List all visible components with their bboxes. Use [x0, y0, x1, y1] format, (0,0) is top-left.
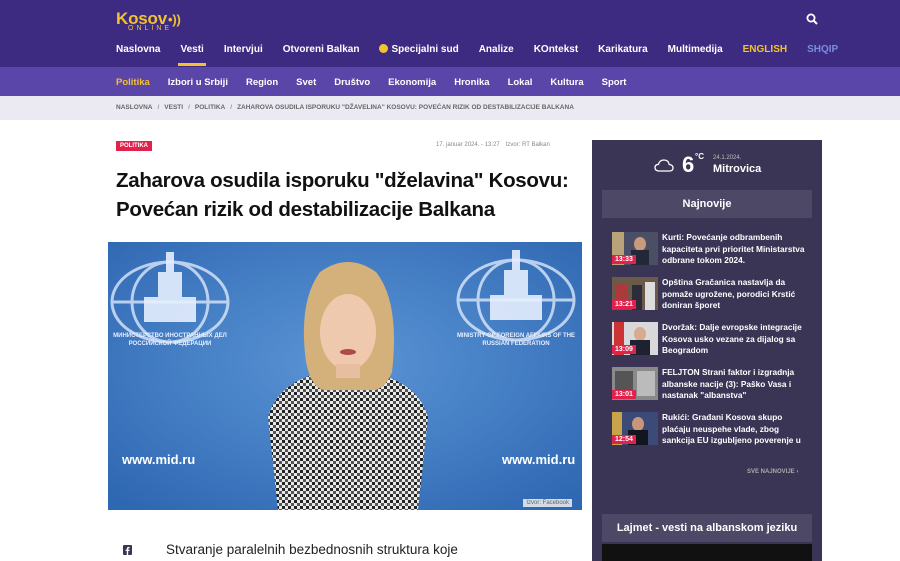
- article-meta: 17. januar 2024. - 13:27 Izvor: RT Balkan: [436, 142, 556, 148]
- photo-ministry-en: MINISTRY OF FOREIGN AFFAIRS OF THE RUSSI…: [456, 333, 576, 347]
- nav-karikatura[interactable]: Karikatura: [598, 44, 647, 64]
- article-date: 17. januar 2024. - 13:27: [436, 142, 500, 148]
- sidebar: 6 °C 24.1.2024. Mitrovica Najnovije 13:3…: [592, 140, 822, 561]
- breadcrumb-current: ZAHAROVA OSUDILA ISPORUKU "DŽAVELINA" KO…: [237, 104, 574, 111]
- breadcrumb: NASLOVNA / VESTI / POLITIKA / ZAHAROVA OSUDILA…: [116, 104, 574, 111]
- search-icon[interactable]: [806, 13, 818, 25]
- subnav-drustvo[interactable]: Društvo: [334, 77, 370, 88]
- weather-date: 24.1.2024.: [713, 155, 742, 161]
- article-lead: Stvaranje paralelnih bezbednosnih strukt…: [166, 542, 458, 557]
- news-title[interactable]: Dvoržak: Dalje evropske integracije Koso…: [662, 322, 812, 357]
- subnav-ekonomija[interactable]: Ekonomija: [388, 77, 436, 88]
- subnav-sport[interactable]: Sport: [602, 77, 627, 88]
- category-badge[interactable]: POLITIKA: [116, 141, 152, 151]
- nav-specijalni-sud-label: Specijalni sud: [391, 44, 459, 55]
- photo-credit: Izvor: Facebook: [523, 499, 572, 507]
- breadcrumb-separator: /: [230, 104, 233, 111]
- subnav-hronika[interactable]: Hronika: [454, 77, 489, 88]
- subnav-izbori-u-srbiji[interactable]: Izbori u Srbiji: [168, 77, 228, 88]
- cloud-icon: [654, 159, 674, 172]
- subnav-svet[interactable]: Svet: [296, 77, 316, 88]
- top-bar: Kosov•)) ONLINE Naslovna Vesti Intervjui…: [0, 0, 900, 67]
- weather-city: Mitrovica: [713, 163, 762, 175]
- breadcrumb-separator: /: [157, 104, 160, 111]
- article-title: Zaharova osudila isporuku "dželavina" Ko…: [116, 169, 569, 221]
- breadcrumb-separator: /: [188, 104, 190, 111]
- all-latest-link[interactable]: SVE NAJNOVIJE ›: [747, 469, 798, 475]
- photo-illustration: [108, 242, 582, 510]
- news-time: 13:01: [612, 390, 636, 399]
- breadcrumb-naslovna[interactable]: NASLOVNA: [116, 104, 152, 111]
- nav-shqip[interactable]: SHQIP: [807, 44, 838, 64]
- weather-widget: 6 °C 24.1.2024. Mitrovica: [592, 140, 822, 188]
- nav-english[interactable]: ENGLISH: [743, 44, 787, 64]
- list-item[interactable]: 13:21 Opština Gračanica nastavlja da pom…: [612, 277, 812, 322]
- news-time: 13:21: [612, 300, 636, 309]
- breadcrumb-politika[interactable]: POLITIKA: [195, 104, 225, 111]
- albanian-news-heading: Lajmet - vesti na albanskom jeziku: [602, 514, 812, 542]
- news-title[interactable]: Opština Gračanica nastavlja da pomaže ug…: [662, 277, 812, 312]
- latest-news-heading: Najnovije: [602, 190, 812, 218]
- facebook-icon[interactable]: [123, 545, 132, 555]
- nav-kontekst[interactable]: KOntekst: [534, 44, 578, 64]
- nav-otvoreni-balkan[interactable]: Otvoreni Balkan: [283, 44, 360, 64]
- nav-analize[interactable]: Analize: [479, 44, 514, 64]
- sub-nav: Politika Izbori u Srbiji Region Svet Dru…: [116, 77, 644, 88]
- subnav-lokal[interactable]: Lokal: [508, 77, 533, 88]
- news-time: 13:09: [612, 345, 636, 354]
- specijalni-sud-icon: [379, 44, 389, 53]
- breadcrumb-vesti[interactable]: VESTI: [164, 104, 183, 111]
- photo-website-left: www.mid.ru: [122, 452, 196, 467]
- list-item[interactable]: 13:01 FELJTON Strani faktor i izgradnja …: [612, 367, 812, 412]
- photo-website-right: www.mid.ru: [502, 452, 576, 467]
- nav-naslovna[interactable]: Naslovna: [116, 44, 160, 64]
- breadcrumb-bar: NASLOVNA / VESTI / POLITIKA / ZAHAROVA OSUDILA…: [0, 96, 900, 120]
- main-nav: Naslovna Vesti Intervjui Otvoreni Balkan…: [116, 44, 858, 66]
- article-source: Izvor: RT Balkan: [505, 142, 550, 148]
- news-title[interactable]: Rukići: Građani Kosova skupo plaćaju neu…: [662, 412, 812, 447]
- nav-vesti[interactable]: Vesti: [178, 44, 207, 66]
- weather-unit: °C: [695, 152, 704, 161]
- article-photo: МИНИСТЕРСТВО ИНОСТРАННЫХ ДЕЛ РОССИЙСКОЙ …: [108, 242, 582, 510]
- subnav-politika[interactable]: Politika: [116, 77, 150, 88]
- latest-news-list: 13:33 Kurti: Povećanje odbrambenih kapac…: [612, 232, 812, 457]
- list-item[interactable]: 13:33 Kurti: Povećanje odbrambenih kapac…: [612, 232, 812, 277]
- news-time: 12:54: [612, 435, 636, 444]
- logo-subtitle: ONLINE: [128, 25, 173, 32]
- albanian-news-panel: [602, 544, 812, 561]
- nav-specijalni-sud[interactable]: Specijalni sud: [379, 44, 459, 64]
- nav-intervjui[interactable]: Intervjui: [224, 44, 263, 64]
- news-title[interactable]: FELJTON Strani faktor i izgradnja albans…: [662, 367, 812, 402]
- sub-nav-bar: Politika Izbori u Srbiji Region Svet Dru…: [0, 67, 900, 96]
- list-item[interactable]: 13:09 Dvoržak: Dalje evropske integracij…: [612, 322, 812, 367]
- news-time: 13:33: [612, 255, 636, 264]
- subnav-kultura[interactable]: Kultura: [550, 77, 583, 88]
- list-item[interactable]: 12:54 Rukići: Građani Kosova skupo plaća…: [612, 412, 812, 457]
- photo-ministry-ru: МИНИСТЕРСТВО ИНОСТРАННЫХ ДЕЛ РОССИЙСКОЙ …: [113, 333, 227, 347]
- news-title[interactable]: Kurti: Povećanje odbrambenih kapaciteta …: [662, 232, 812, 267]
- nav-multimedija[interactable]: Multimedija: [668, 44, 723, 64]
- subnav-region[interactable]: Region: [246, 77, 278, 88]
- weather-temperature: 6: [682, 152, 695, 177]
